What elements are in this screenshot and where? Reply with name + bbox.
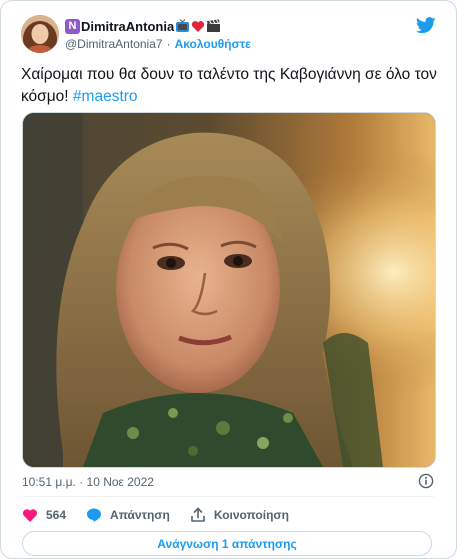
twitter-bird-icon[interactable]: [416, 17, 436, 34]
info-icon[interactable]: [418, 473, 434, 489]
author-handle[interactable]: @DimitraAntonia7: [65, 37, 163, 51]
like-count: 564: [46, 508, 67, 522]
tweet-actions: 564 Απάντηση Κοινοποίηση: [22, 505, 434, 525]
name-badge: Ν: [65, 18, 80, 34]
reply-label: Απάντηση: [110, 508, 170, 522]
avatar[interactable]: [21, 15, 59, 53]
separator-dot: ·: [166, 37, 171, 51]
share-button[interactable]: Κοινοποίηση: [190, 507, 289, 523]
display-name[interactable]: DimitraAntonia: [81, 19, 174, 34]
clapperboard-icon: [206, 19, 221, 33]
handle-row: @DimitraAntonia7 · Ακολουθήστε: [65, 35, 385, 53]
hashtag-link[interactable]: #maestro: [73, 88, 138, 105]
tweet-media-photo[interactable]: [22, 112, 436, 468]
follow-link[interactable]: Ακολουθήστε: [175, 37, 251, 51]
tweet-text: Χαίρομαι που θα δουν το ταλέντο της Καβο…: [21, 64, 441, 108]
read-replies-button[interactable]: Ανάγνωση 1 απάντησης: [22, 531, 432, 556]
reply-button[interactable]: Απάντηση: [86, 507, 170, 523]
tweet-header: Ν DimitraAntonia @DimitraAntonia7 · Ακολ…: [21, 13, 436, 57]
tweet-card: Ν DimitraAntonia @DimitraAntonia7 · Ακολ…: [0, 0, 457, 559]
tweet-timestamp[interactable]: 10:51 μ.μ. · 10 Νοε 2022: [22, 475, 154, 489]
tweet-meta-row: 10:51 μ.μ. · 10 Νοε 2022: [22, 473, 434, 491]
name-row: Ν DimitraAntonia: [65, 17, 385, 35]
woman-portrait-image: [23, 113, 435, 467]
share-icon: [191, 507, 205, 522]
divider: [22, 496, 434, 497]
tv-icon: [175, 19, 190, 33]
reply-icon: [87, 508, 102, 522]
share-label: Κοινοποίηση: [213, 508, 289, 522]
heart-icon: [22, 508, 38, 522]
like-button[interactable]: 564: [22, 508, 66, 523]
user-block: Ν DimitraAntonia @DimitraAntonia7 · Ακολ…: [65, 17, 385, 53]
heart-icon: [191, 20, 205, 33]
avatar-image: [21, 15, 59, 53]
